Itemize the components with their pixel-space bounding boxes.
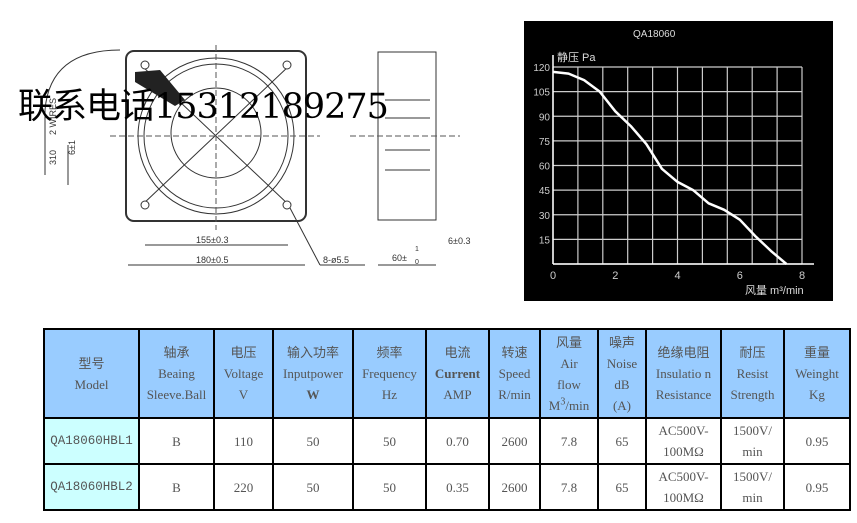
header-bearing: 轴承 Beaing Sleeve.Ball	[138, 328, 215, 419]
header-noise: 噪声 Noise dB (A)	[597, 328, 647, 419]
dim-60: 60±	[392, 253, 407, 263]
y-tick-label: 30	[539, 211, 551, 222]
dim-6-1: 6±1	[67, 140, 77, 155]
fan-dimension-drawing: 155±0.3 180±0.5 8-ø5.5 60± 1 0 6±0.3 310…	[44, 45, 470, 266]
cell-noise: 65	[597, 417, 647, 465]
pq-curve-chart: QA18060 静压 Pa 风量 m³/min 0 2 4 6 8 15 30 45 60 75 9…	[524, 21, 833, 301]
x-tick-label: 0	[550, 270, 556, 282]
header-current: 电流 Current AMP	[425, 328, 490, 419]
watermark-phone: 联系电话15312189275	[18, 87, 389, 127]
header-model: 型号 Model	[43, 328, 140, 419]
cell-frequency: 50	[352, 417, 427, 465]
side-view-fins	[385, 99, 430, 171]
cell-weight: 0.95	[783, 417, 851, 465]
y-tick-label: 15	[539, 235, 551, 246]
cell-voltage: 110	[213, 417, 274, 465]
x-tick-label: 6	[737, 270, 743, 282]
header-resist: 耐压 Resist Strength	[720, 328, 785, 419]
dim-6: 6±0.3	[448, 236, 470, 246]
x-tick-label: 8	[799, 270, 805, 282]
spec-table: 型号 Model 轴承 Beaing Sleeve.Ball 电压 Voltage V 输…	[43, 328, 851, 511]
cell-current: 0.70	[425, 417, 490, 465]
cell-speed: 2600	[488, 463, 541, 511]
cell-resist: 1500V/min	[720, 417, 785, 465]
cell-power: 50	[272, 463, 354, 511]
y-tick-label: 60	[539, 162, 551, 173]
pq-curve-line	[552, 70, 788, 265]
cell-weight: 0.95	[783, 463, 851, 511]
cell-noise: 65	[597, 463, 647, 511]
y-tick-label: 90	[539, 112, 551, 123]
cell-current: 0.35	[425, 463, 490, 511]
dim-155: 155±0.3	[196, 235, 228, 245]
chart-title: QA18060	[633, 29, 676, 40]
header-frequency: 频率 Frequency Hz	[352, 328, 427, 419]
cell-power: 50	[272, 417, 354, 465]
header-insulation: 绝缘电阻 Insulatio n Resistance	[645, 328, 722, 419]
y-tick-label: 75	[539, 137, 551, 148]
y-tick-label: 45	[539, 186, 551, 197]
cell-model: QA18060HBL1	[43, 417, 140, 465]
x-axis-label: 风量 m³/min	[745, 284, 804, 297]
dim-60-tol-upper: 1	[415, 246, 419, 253]
cell-bearing: B	[138, 463, 215, 511]
y-tick-label: 105	[533, 88, 550, 99]
cell-frequency: 50	[352, 463, 427, 511]
header-weight: 重量 Weinght Kg	[783, 328, 851, 419]
y-axis-label: 静压 Pa	[557, 50, 596, 64]
cell-airflow: 7.8	[539, 417, 599, 465]
dim-holes: 8-ø5.5	[323, 255, 349, 265]
cell-bearing: B	[138, 417, 215, 465]
x-tick-label: 2	[612, 270, 618, 282]
dim-180: 180±0.5	[196, 255, 228, 265]
cell-insulation: AC500V- 100MΩ	[645, 463, 722, 511]
y-tick-label: 120	[533, 63, 550, 74]
x-tick-label: 4	[674, 270, 680, 282]
header-airflow: 风量 Air flow M3/min	[539, 328, 599, 419]
header-inputpower: 输入功率 Inputpower W	[272, 328, 354, 419]
dim-60-tol-lower: 0	[415, 259, 419, 266]
table-row: QA18060HBL1 B 110 50 50 0.70 2600 7.8 65…	[43, 417, 851, 465]
cell-voltage: 220	[213, 463, 274, 511]
cell-speed: 2600	[488, 417, 541, 465]
cell-airflow: 7.8	[539, 463, 599, 511]
dim-310: 310	[48, 150, 58, 165]
table-header-row: 型号 Model 轴承 Beaing Sleeve.Ball 电压 Voltage V 输…	[43, 328, 851, 419]
cell-model: QA18060HBL2	[43, 463, 140, 511]
table-row: QA18060HBL2 B 220 50 50 0.35 2600 7.8 65…	[43, 463, 851, 511]
cell-resist: 1500V/min	[720, 463, 785, 511]
header-voltage: 电压 Voltage V	[213, 328, 274, 419]
header-speed: 转速 Speed R/min	[488, 328, 541, 419]
cell-insulation: AC500V- 100MΩ	[645, 417, 722, 465]
